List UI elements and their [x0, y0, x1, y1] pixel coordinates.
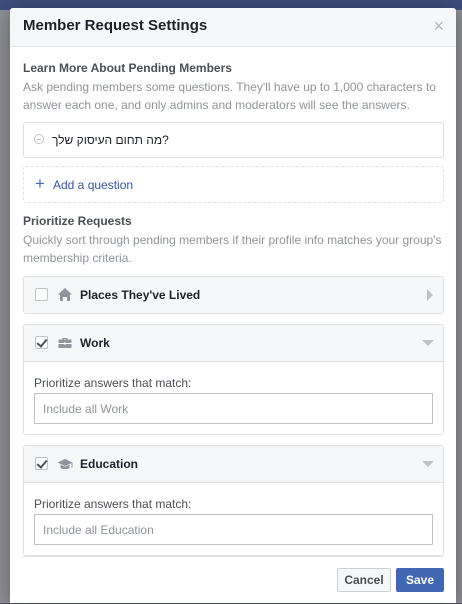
member-request-settings-dialog: Member Request Settings × Learn More Abo… — [10, 8, 456, 603]
save-button[interactable]: Save — [396, 568, 444, 592]
dialog-body: Learn More About Pending Members Ask pen… — [10, 47, 456, 556]
criteria-education: Education Prioritize answers that match: — [23, 445, 444, 556]
dialog-title: Member Request Settings — [23, 17, 208, 34]
dialog-header: Member Request Settings × — [10, 8, 456, 47]
briefcase-icon — [58, 338, 72, 348]
criteria-body: Prioritize answers that match: — [24, 362, 443, 434]
chevron-down-icon[interactable] — [422, 340, 434, 346]
graduation-cap-icon — [57, 459, 73, 470]
prioritize-section-title: Prioritize Requests — [23, 214, 132, 228]
criteria-places-lived[interactable]: Places They've Lived — [23, 276, 444, 314]
education-label: Education — [80, 457, 139, 471]
places-lived-checkbox[interactable] — [35, 288, 48, 301]
add-question-label: Add a question — [53, 178, 134, 192]
question-text: ?מה תחום העיסוק שלך — [52, 133, 169, 147]
chevron-right-icon[interactable] — [427, 289, 433, 301]
criteria-header[interactable]: Work — [24, 325, 443, 362]
criteria-header[interactable]: Education — [24, 446, 443, 483]
criteria-work: Work Prioritize answers that match: — [23, 324, 444, 435]
remove-question-icon[interactable] — [34, 134, 44, 144]
cancel-button[interactable]: Cancel — [337, 568, 391, 592]
places-lived-label: Places They've Lived — [80, 288, 201, 302]
work-label: Work — [80, 336, 110, 350]
pending-section-title: Learn More About Pending Members — [23, 61, 232, 75]
criteria-body: Prioritize answers that match: — [24, 483, 443, 555]
add-question-button[interactable]: + Add a question — [23, 166, 444, 203]
close-icon[interactable]: × — [433, 16, 444, 36]
question-item[interactable]: ?מה תחום העיסוק שלך — [23, 122, 444, 158]
education-match-label: Prioritize answers that match: — [34, 497, 192, 511]
pending-section-description: Ask pending members some questions. They… — [23, 80, 436, 112]
work-match-input[interactable] — [34, 393, 433, 424]
education-checkbox[interactable] — [35, 457, 48, 470]
dialog-footer: Cancel Save — [22, 556, 444, 604]
prioritize-section-description: Quickly sort through pending members if … — [23, 233, 442, 265]
criteria-header[interactable]: Places They've Lived — [24, 277, 443, 313]
chevron-down-icon[interactable] — [422, 461, 434, 467]
education-match-input[interactable] — [34, 514, 433, 545]
plus-icon: + — [35, 174, 45, 193]
work-match-label: Prioritize answers that match: — [34, 376, 192, 390]
house-icon — [58, 288, 72, 301]
work-checkbox[interactable] — [35, 336, 48, 349]
